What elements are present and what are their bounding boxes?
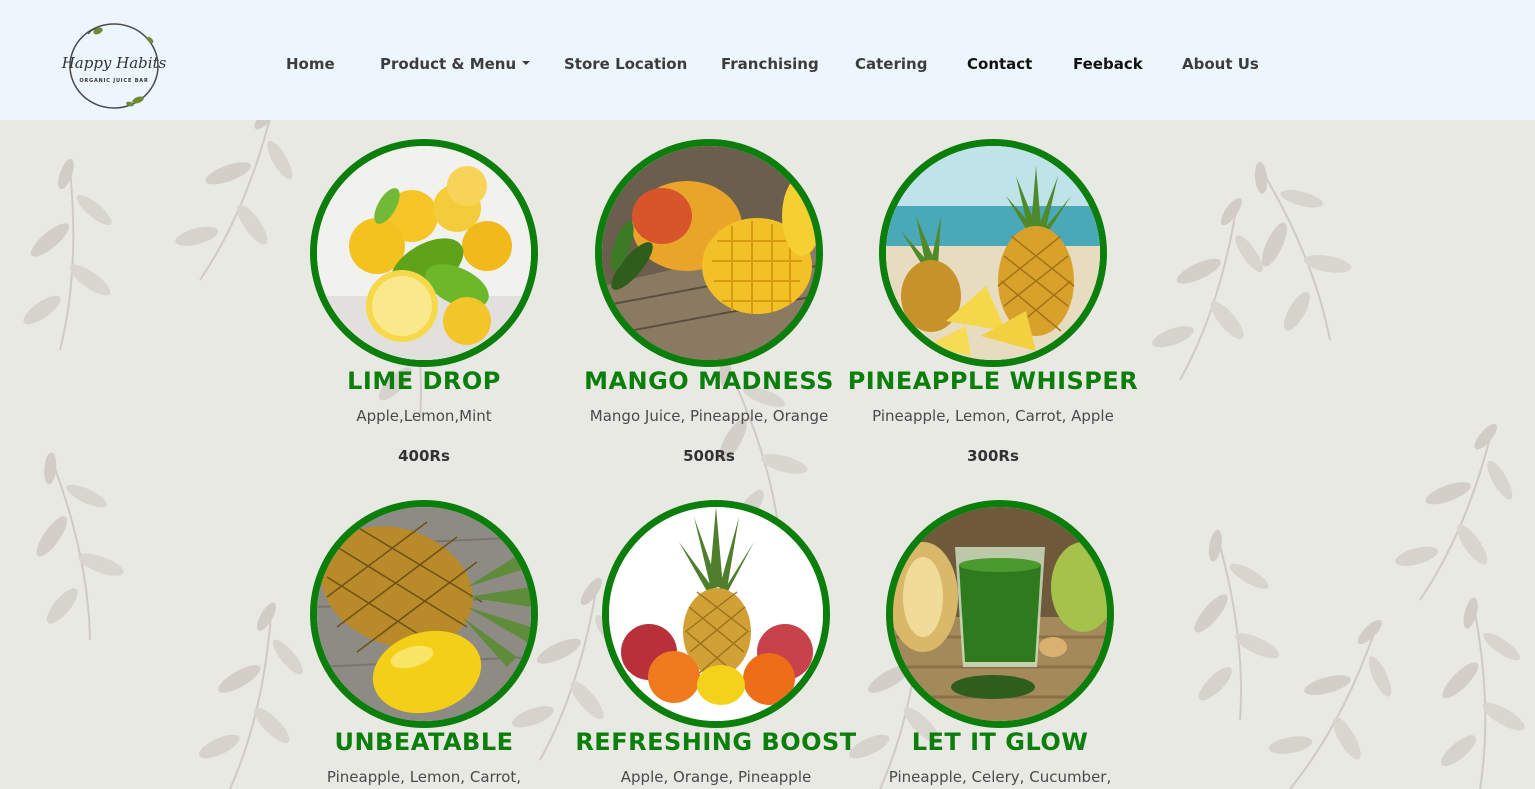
nav-product-menu-label: Product & Menu [380, 55, 517, 73]
pineapple-lemon-image [310, 500, 538, 728]
product-ingredients: Pineapple, Lemon, Carrot, [326, 768, 522, 786]
product-ingredients: Apple,Lemon,Mint [356, 407, 492, 425]
product-ingredients: Pineapple, Celery, Cucumber, [888, 768, 1112, 786]
product-price: 400Rs [398, 447, 450, 465]
mango-image [595, 139, 823, 367]
pineapple-image [879, 139, 1107, 367]
product-ingredients: Apple, Orange, Pineapple [620, 768, 812, 786]
navbar: Happy Habits ORGANIC JUICE BAR Home Prod… [0, 0, 1535, 120]
green-juice-image [886, 500, 1114, 728]
product-title: UNBEATABLE [334, 728, 514, 756]
nav-contact[interactable]: Contact [967, 55, 1032, 73]
nav-store-location[interactable]: Store Location [564, 55, 687, 73]
nav-franchising[interactable]: Franchising [721, 55, 819, 73]
nav-catering[interactable]: Catering [855, 55, 927, 73]
product-title: MANGO MADNESS [584, 367, 834, 395]
brand-logo[interactable]: Happy Habits ORGANIC JUICE BAR [58, 20, 170, 112]
lemons-image [310, 139, 538, 367]
mixed-fruit-image [602, 500, 830, 728]
product-title: LIME DROP [347, 367, 501, 395]
nav-home[interactable]: Home [286, 55, 335, 73]
product-price: 300Rs [967, 447, 1019, 465]
nav-product-menu-dropdown[interactable]: Product & Menu [380, 55, 531, 73]
product-title: LET IT GLOW [911, 728, 1089, 756]
caret-down-icon [522, 60, 531, 65]
logo-script-text: Happy Habits [61, 54, 167, 72]
nav-about-us[interactable]: About Us [1182, 55, 1259, 73]
product-ingredients: Pineapple, Lemon, Carrot, Apple [872, 407, 1114, 425]
product-price: 500Rs [683, 447, 735, 465]
logo-tagline-text: ORGANIC JUICE BAR [79, 78, 148, 84]
product-title: PINEAPPLE WHISPER [847, 367, 1139, 395]
logo-emblem-icon: Happy Habits ORGANIC JUICE BAR [61, 23, 167, 109]
product-ingredients: Mango Juice, Pineapple, Orange [589, 407, 829, 425]
nav-feedback[interactable]: Feeback [1073, 55, 1143, 73]
product-title: REFRESHING BOOST [575, 728, 857, 756]
